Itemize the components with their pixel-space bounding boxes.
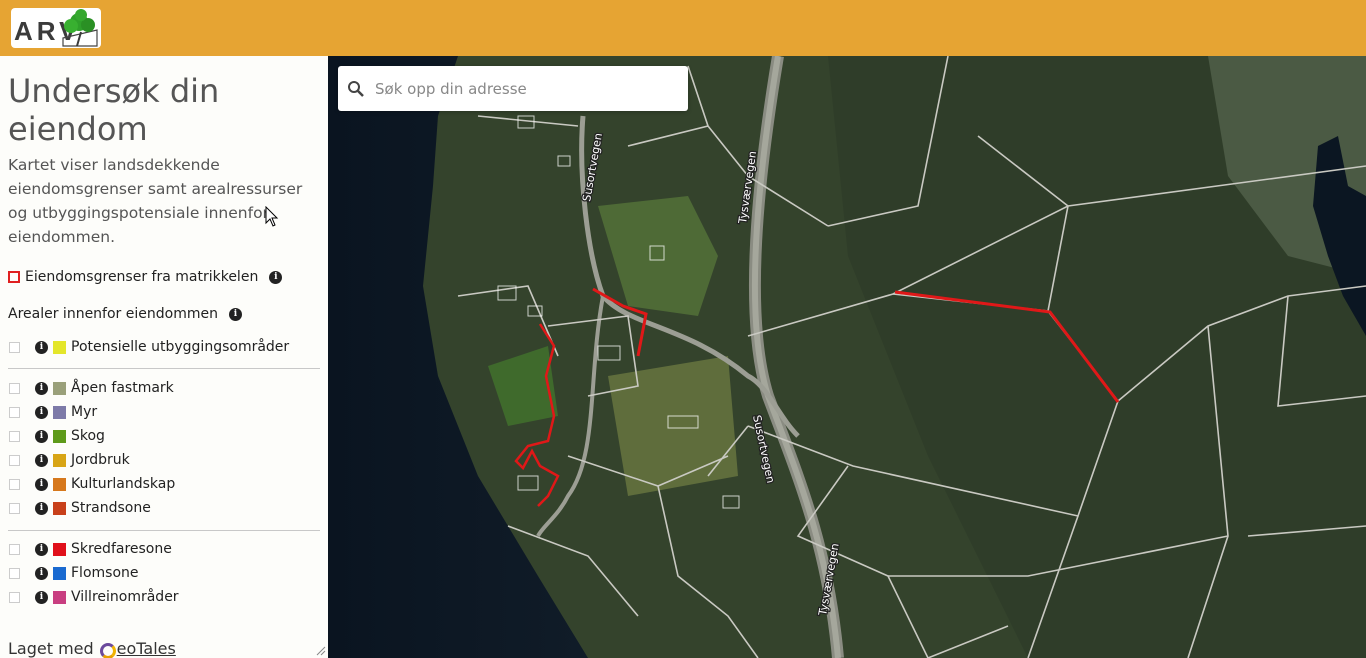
info-icon[interactable]: i [35,453,48,467]
legend-swatch [53,590,66,604]
legend-swatch [53,340,66,354]
legend-swatch [53,477,66,491]
satellite-map[interactable]: Susortvegen Tysværvegen Susortvegen Tysv… [328,56,1366,658]
layer-label: Skog [71,428,105,444]
footer-prefix: Laget med [8,639,94,658]
tree-logo-icon [62,9,98,47]
layer-label: Villreinområder [71,589,179,605]
layer-toggle-row[interactable]: i Skredfaresone [0,537,172,561]
resize-handle-icon[interactable] [316,646,326,656]
legend-swatch [53,501,66,515]
layer-label: Skredfaresone [71,541,172,557]
layer-label: Jordbruk [71,452,130,468]
intro-text: Kartet viser landsdekkende eiendomsgrens… [8,156,303,246]
legend-swatch [53,429,66,443]
info-icon[interactable]: i [35,566,48,580]
matrikkel-label: Eiendomsgrenser fra matrikkelen [25,269,259,285]
layer-toggle-row[interactable]: i Kulturlandskap [0,472,175,496]
layer-checkbox[interactable] [9,430,20,442]
page-title: Undersøk din eiendom [8,72,220,148]
layer-label: Kulturlandskap [71,476,176,492]
geotales-logo-icon [99,642,116,658]
divider [8,368,320,369]
map-view[interactable]: Susortvegen Tysværvegen Susortvegen Tysv… [328,56,1366,658]
footer-credit: Laget med eoTales [8,639,176,658]
layer-checkbox[interactable] [9,454,20,466]
sidebar-panel: Undersøk din eiendom Kartet viser landsd… [0,56,328,658]
legend-swatch [53,566,66,580]
layer-checkbox[interactable] [9,406,20,418]
layer-checkbox[interactable] [9,543,20,555]
arv-logo[interactable]: ARV [11,8,101,48]
legend-swatch [53,542,66,556]
layer-label: Strandsone [71,500,151,516]
address-search[interactable] [338,66,688,111]
matrikkel-legend-swatch[interactable] [8,271,20,283]
layer-toggle-row[interactable]: i Åpen fastmark [0,376,174,400]
layer-checkbox[interactable] [9,567,20,579]
matrikkel-layer-row[interactable]: Eiendomsgrenser fra matrikkelen i [0,265,287,289]
info-icon[interactable]: i [35,381,48,395]
info-icon[interactable]: i [35,340,48,354]
legend-swatch [53,381,66,395]
layer-label: Potensielle utbyggingsområder [71,339,290,355]
layer-toggle-row[interactable]: i Skog [0,424,105,448]
layer-label: Åpen fastmark [71,380,174,396]
info-icon[interactable]: i [35,405,48,419]
section-heading: Arealer innenfor eiendommen i [8,306,247,322]
layer-toggle-row[interactable]: i Jordbruk [0,448,130,472]
layer-label: Flomsone [71,565,139,581]
info-icon[interactable]: i [35,542,48,556]
geotales-link[interactable]: eoTales [117,639,176,658]
layer-label: Myr [71,404,98,420]
search-icon[interactable] [347,80,365,98]
layer-checkbox[interactable] [9,502,20,514]
info-icon[interactable]: i [35,501,48,515]
layer-toggle-row[interactable]: i Potensielle utbyggingsområder [0,335,289,359]
section-label: Arealer innenfor eiendommen [8,306,218,322]
top-bar: ARV [0,0,1366,56]
info-icon[interactable]: i [35,477,48,491]
layer-checkbox[interactable] [9,478,20,490]
layer-toggle-row[interactable]: i Strandsone [0,496,151,520]
info-icon[interactable]: i [269,270,283,284]
info-icon[interactable]: i [35,590,48,604]
layer-checkbox[interactable] [9,591,20,603]
search-input[interactable] [373,78,677,99]
legend-swatch [53,453,66,467]
divider [8,530,320,531]
layer-toggle-row[interactable]: i Flomsone [0,561,139,585]
info-icon[interactable]: i [228,307,242,321]
mouse-cursor-icon [265,206,279,227]
info-icon[interactable]: i [35,429,48,443]
layer-checkbox[interactable] [9,382,20,394]
layer-toggle-row[interactable]: i Villreinområder [0,585,179,609]
layer-toggle-row[interactable]: i Myr [0,400,97,424]
layer-checkbox[interactable] [9,341,20,353]
legend-swatch [53,405,66,419]
